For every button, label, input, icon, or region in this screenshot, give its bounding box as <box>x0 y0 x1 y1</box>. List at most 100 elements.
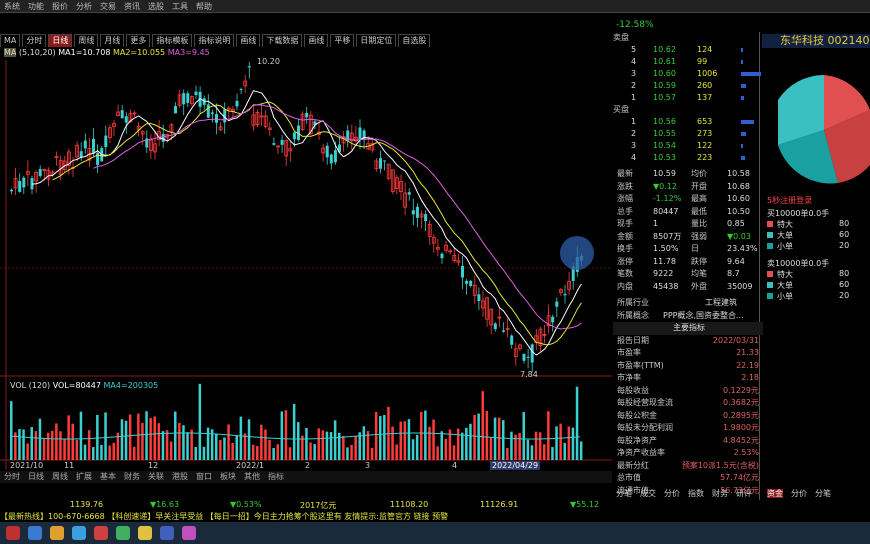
volume-bar <box>325 431 329 460</box>
quote-tab[interactable]: 成交 <box>640 489 656 498</box>
bottom-tab[interactable]: 窗口 <box>192 471 216 483</box>
volume-bar <box>161 431 165 460</box>
browser-icon <box>72 526 86 540</box>
order-row[interactable]: 1 10.57 137 <box>613 92 763 104</box>
volume-bar <box>280 411 284 460</box>
volume-bar <box>239 416 243 460</box>
volume-bar <box>92 447 95 460</box>
volume-bar <box>432 419 435 460</box>
volume-bar <box>559 423 562 460</box>
pie-tab[interactable]: 分笔 <box>815 489 831 498</box>
volume-bar <box>223 437 226 460</box>
toolbar-option[interactable]: 画线 <box>304 34 329 47</box>
fundamental-row: 每股经营现金流 0.3682元 <box>617 398 759 407</box>
volume-bar <box>30 427 33 460</box>
quote-tab[interactable]: 指数 <box>688 489 704 498</box>
volume-bar <box>522 412 525 460</box>
bottom-tab[interactable]: 基本 <box>96 471 120 483</box>
bottom-tab[interactable]: 周线 <box>48 471 72 483</box>
ma-legend: MA (5,10,20) MA1=10.708 MA2=10.055 MA3=9… <box>4 48 210 57</box>
fundamental-row: 净资产收益率 2.53% <box>617 448 759 457</box>
volume-bar <box>194 446 197 460</box>
fundamental-row: 每股收益 0.1229元 <box>617 385 759 395</box>
period-tab[interactable]: 分时 <box>22 34 47 47</box>
pie-tab[interactable]: 分价 <box>791 489 807 498</box>
section-title: 主要指标 <box>613 322 763 335</box>
volume-bar <box>59 431 62 460</box>
volume-bar <box>452 445 456 460</box>
order-row[interactable]: 3 10.54 122 <box>613 140 763 152</box>
volume-bar <box>534 431 538 460</box>
volume-bar <box>543 444 546 460</box>
stat-row: 笔数 9222 均笔 8.7 <box>617 269 740 278</box>
quote-tab[interactable]: 研评 <box>736 489 752 498</box>
volume-bar <box>276 444 279 460</box>
pie-legend-row: 大单 60 <box>767 280 870 291</box>
volume-bar <box>46 432 50 460</box>
toolbar-option[interactable]: 下载数据 <box>262 34 303 47</box>
volume-bar <box>391 426 394 460</box>
period-tab[interactable]: 月线 <box>100 34 125 47</box>
pie-tab[interactable]: 资金 <box>767 489 783 498</box>
volume-bar <box>247 419 251 460</box>
volume-bar <box>407 419 411 460</box>
volume-bar <box>383 414 386 460</box>
toolbar-option[interactable]: 画线 <box>236 34 261 47</box>
stat-row: 换手 1.50% 日 23.43% <box>617 244 758 253</box>
bottom-tab[interactable]: 指标 <box>264 471 288 483</box>
pie-legend-row: 小单 20 <box>767 291 870 302</box>
chart-canvas: 10.20 7.84 <box>0 46 612 470</box>
candle-body <box>329 154 333 164</box>
volume-bar <box>38 418 42 460</box>
status-value: ▼0.53% <box>230 500 262 509</box>
toolbar-option[interactable]: 指标说明 <box>194 34 235 47</box>
volume-bar <box>198 383 202 460</box>
order-row[interactable]: 2 10.55 273 <box>613 128 763 140</box>
toolbar-option[interactable]: 平移 <box>330 34 355 47</box>
candle-body <box>477 294 481 302</box>
volume-bar <box>145 411 148 460</box>
quote-tab[interactable]: 财务 <box>712 489 728 498</box>
bottom-tab[interactable]: 财务 <box>120 471 144 483</box>
stat-row: 总手 80447 最低 10.50 <box>617 206 750 216</box>
quote-tab[interactable]: 分价 <box>664 489 680 498</box>
order-row[interactable]: 3 10.60 1006 <box>613 68 763 80</box>
order-row[interactable]: 4 10.53 223 <box>613 152 763 164</box>
bottom-tab[interactable]: 日线 <box>24 471 48 483</box>
order-row[interactable]: 1 10.56 653 <box>613 116 763 128</box>
period-tab[interactable]: 更多 <box>126 34 151 47</box>
stat-row: 最新 10.59 均价 10.58 <box>617 169 750 178</box>
bottom-tab[interactable]: 扩展 <box>72 471 96 483</box>
toolbar-option[interactable]: 指标模板 <box>152 34 193 47</box>
period-tab[interactable]: MA <box>0 34 21 47</box>
volume-bar <box>288 447 292 460</box>
bottom-tab[interactable]: 其他 <box>240 471 264 483</box>
bottom-tabs: 分时 日线 周线 扩展 基本 财务 关联 港股 窗口 板块 其他 指标 <box>0 471 612 483</box>
volume-bar <box>190 429 193 460</box>
quote-tab[interactable]: 分笔 <box>616 489 632 498</box>
order-row[interactable]: 4 10.61 99 <box>613 56 763 68</box>
volume-bar <box>333 420 337 460</box>
volume-bar <box>51 430 54 460</box>
order-row[interactable]: 5 10.62 124 <box>613 44 763 56</box>
app2-icon <box>94 526 108 540</box>
volume-bar <box>96 414 99 460</box>
folder-icon <box>50 526 64 540</box>
order-row[interactable]: 2 10.59 260 <box>613 80 763 92</box>
candle-body <box>383 160 387 162</box>
volume-bar <box>272 447 275 460</box>
bottom-tab[interactable]: 板块 <box>216 471 240 483</box>
toolbar-option[interactable]: 日期定位 <box>356 34 397 47</box>
right-tabs: 分笔 成交 分价 指数 财务 研评 <box>616 488 760 499</box>
candle-body <box>83 140 87 149</box>
status-value: 11108.20 <box>390 500 429 509</box>
bottom-tab[interactable]: 分时 <box>0 471 24 483</box>
toolbar-option[interactable]: 自选股 <box>398 34 431 47</box>
bottom-tab[interactable]: 关联 <box>144 471 168 483</box>
fundamental-row: 市盈率(TTM) 22.19 <box>617 360 759 370</box>
period-tab[interactable]: 日线 <box>48 34 73 47</box>
period-tab[interactable]: 周线 <box>74 34 99 47</box>
bottom-tab[interactable]: 港股 <box>168 471 192 483</box>
fundamental-row: 每股净资产 4.8452元 <box>617 435 759 445</box>
pie-legend: 5秒注册登录 买10000单0.0手 特大 80 大单 60 小单 20 卖10000单0… <box>767 195 870 302</box>
